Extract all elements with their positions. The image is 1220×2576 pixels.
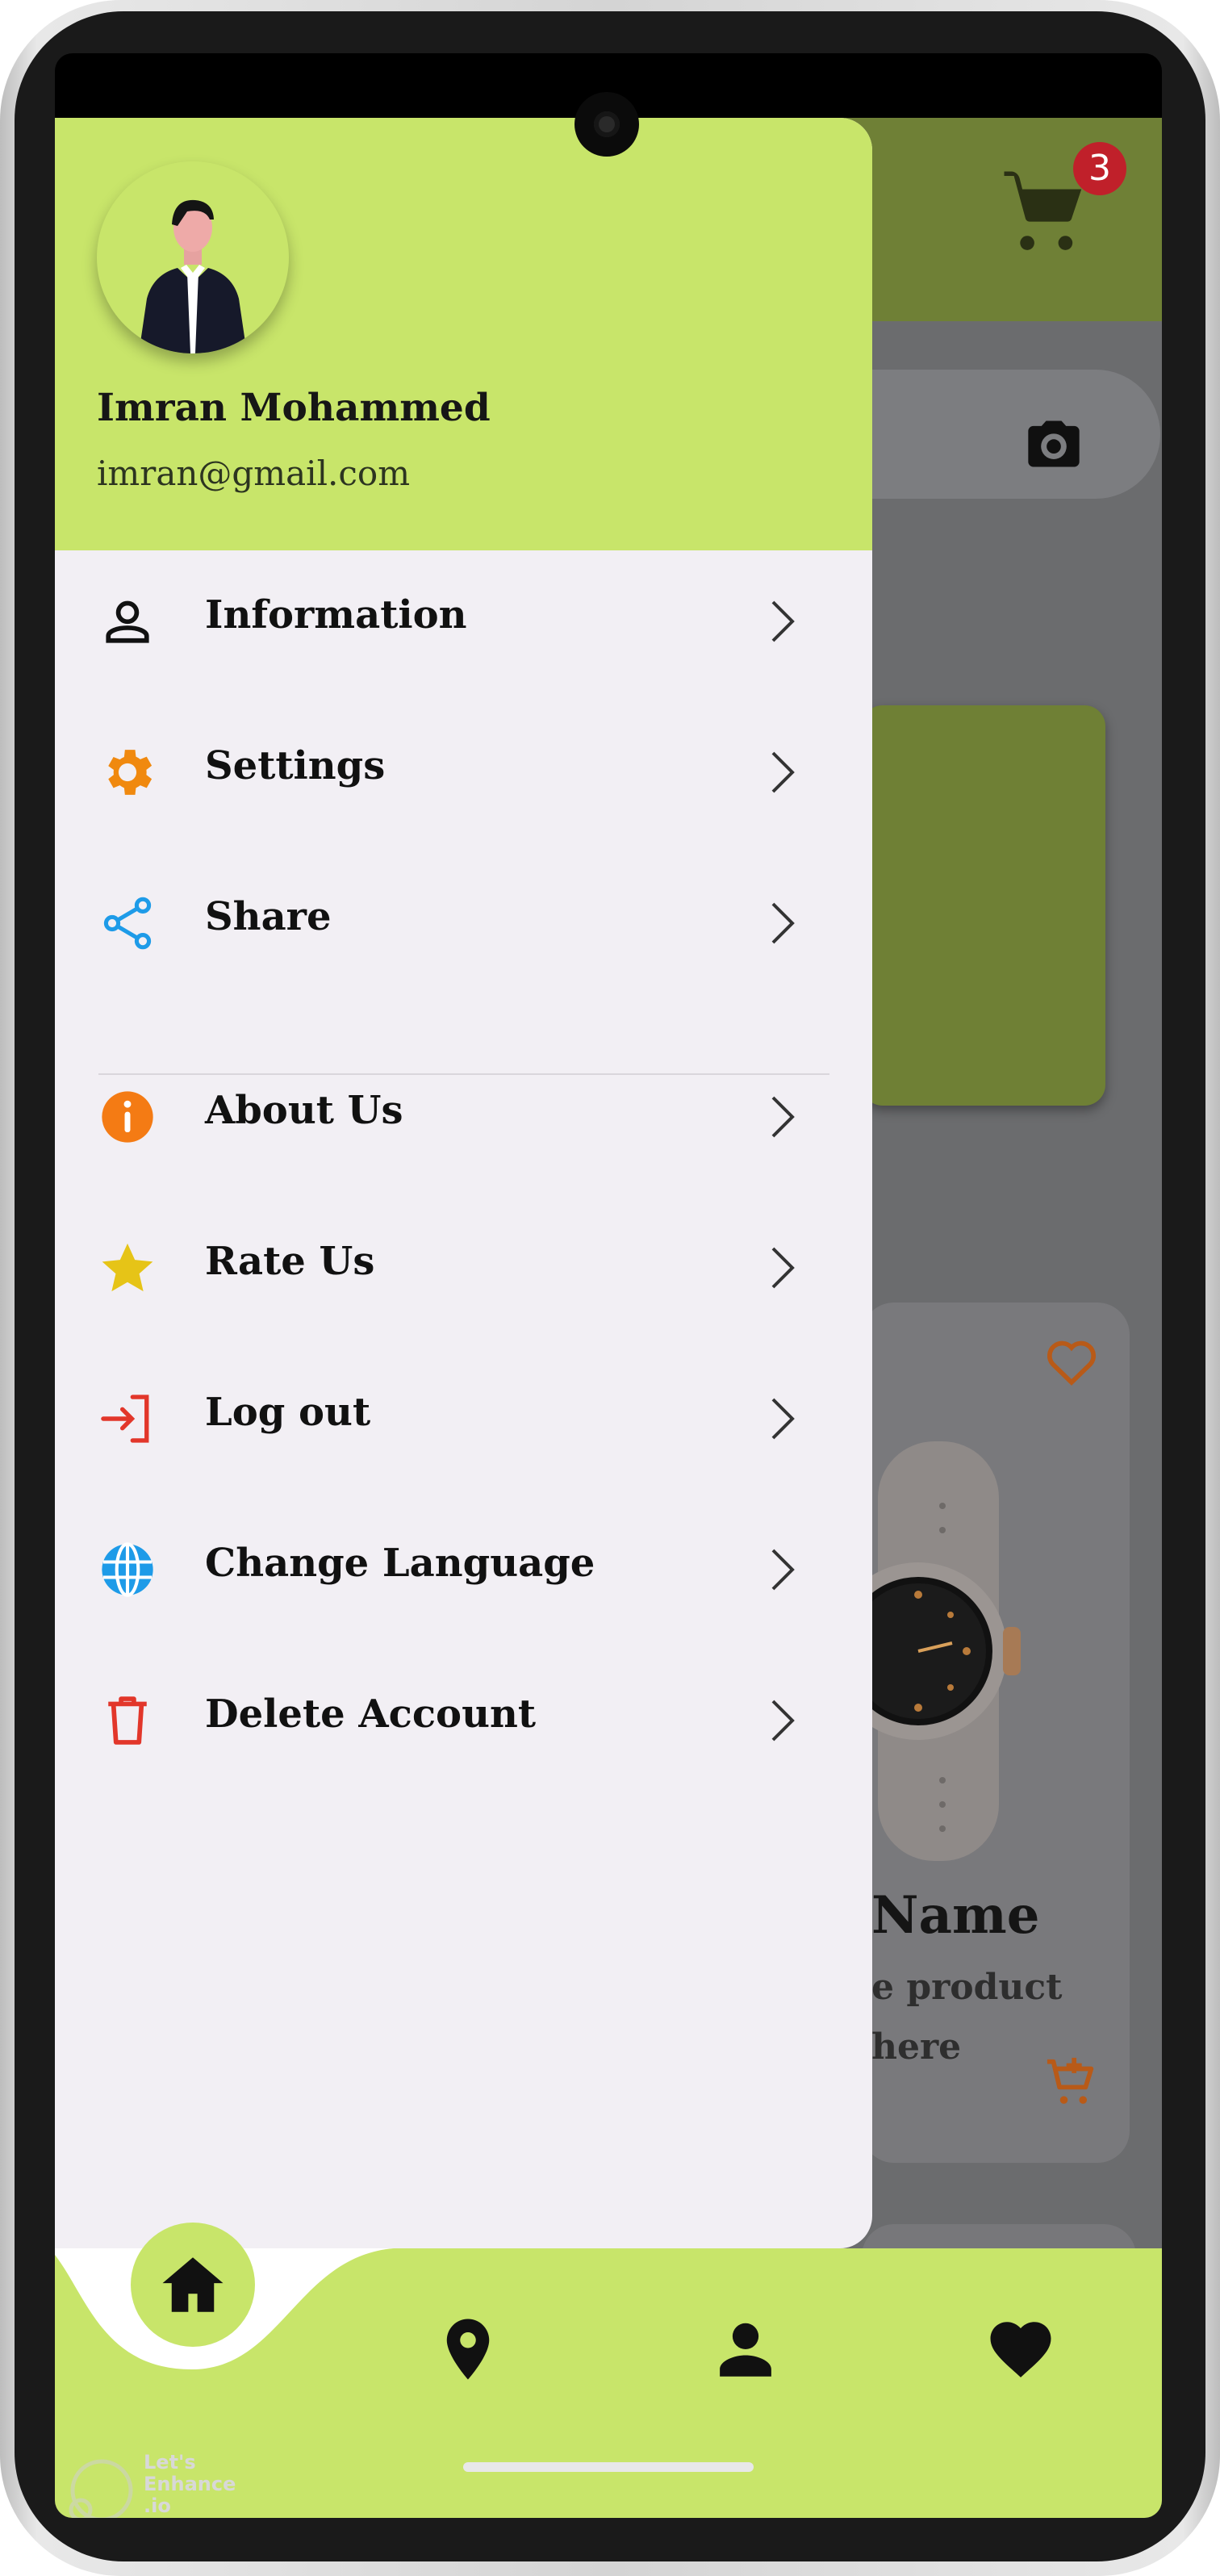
product-name: Name	[871, 1885, 1040, 1946]
navigation-drawer: Imran Mohammed imran@gmail.com Informati…	[55, 118, 872, 2248]
menu-item-rate-us[interactable]: Rate Us	[55, 1206, 872, 1328]
menu-item-label: Rate Us	[205, 1239, 375, 1284]
heart-icon[interactable]	[984, 2313, 1057, 2386]
cart-add-icon[interactable]	[1041, 2051, 1102, 2113]
chevron-right-icon	[763, 1239, 802, 1297]
menu-item-label: Share	[205, 894, 332, 939]
menu-item-label: Log out	[205, 1390, 371, 1435]
menu-item-log-out[interactable]: Log out	[55, 1357, 872, 1478]
location-icon[interactable]	[432, 2313, 504, 2386]
avatar[interactable]	[97, 161, 289, 353]
menu-item-label: Information	[205, 592, 467, 638]
chevron-right-icon	[763, 1541, 802, 1599]
info-icon	[97, 1086, 158, 1148]
chevron-right-icon	[763, 743, 802, 801]
front-camera	[574, 92, 639, 157]
menu-item-change-language[interactable]: Change Language	[55, 1508, 872, 1629]
chevron-right-icon	[763, 592, 802, 650]
heart-outline-icon[interactable]	[1041, 1330, 1102, 1391]
menu-item-label: Settings	[205, 743, 386, 788]
watermark-line: Enhance	[144, 2473, 236, 2495]
menu-item-share[interactable]: Share	[55, 862, 872, 983]
product-description-line: e product	[871, 1967, 1063, 2008]
menu-item-label: Change Language	[205, 1541, 595, 1586]
product-image	[829, 1441, 1047, 1861]
watermark-line: .io	[144, 2494, 171, 2517]
menu-item-label: Delete Account	[205, 1692, 537, 1737]
menu-item-about-us[interactable]: About Us	[55, 1056, 872, 1177]
user-name: Imran Mohammed	[97, 386, 491, 430]
star-icon	[97, 1237, 158, 1298]
menu-item-delete-account[interactable]: Delete Account	[55, 1659, 872, 1780]
user-icon[interactable]	[709, 2313, 782, 2386]
chevron-right-icon	[763, 894, 802, 952]
menu-item-information[interactable]: Information	[55, 560, 872, 681]
home-icon[interactable]	[157, 2248, 229, 2321]
camera-icon[interactable]	[1023, 413, 1084, 475]
chevron-right-icon	[763, 1692, 802, 1750]
phone-screen: 3 Name e product here Imran Mohammed imr…	[55, 53, 1162, 2518]
trash-icon	[97, 1690, 158, 1751]
menu-item-settings[interactable]: Settings	[55, 711, 872, 832]
gear-icon	[97, 742, 158, 803]
watermark-text: Let's Enhance .io	[144, 2452, 236, 2517]
cart-badge: 3	[1073, 142, 1126, 195]
watermark-line: Let's	[144, 2451, 196, 2474]
menu-item-label: About Us	[205, 1088, 403, 1133]
promo-banner[interactable]	[862, 705, 1105, 1106]
share-icon	[97, 893, 158, 954]
person-icon	[97, 591, 158, 652]
home-indicator[interactable]	[463, 2462, 754, 2472]
user-email: imran@gmail.com	[97, 454, 411, 493]
chevron-right-icon	[763, 1088, 802, 1146]
chevron-right-icon	[763, 1390, 802, 1448]
globe-icon	[97, 1539, 158, 1600]
logout-icon	[97, 1388, 158, 1449]
